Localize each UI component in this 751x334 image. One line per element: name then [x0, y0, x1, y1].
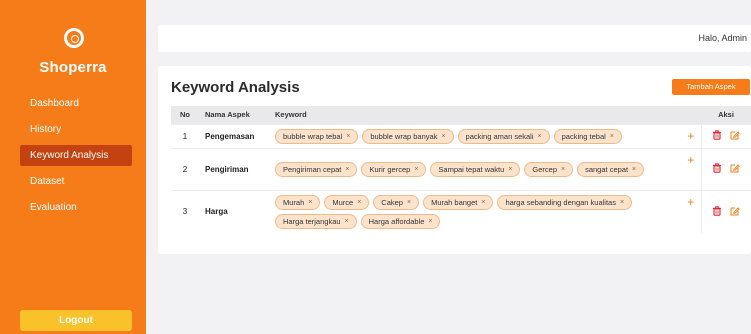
action-group [712, 205, 741, 216]
delete-icon[interactable] [712, 163, 722, 173]
edit-icon[interactable] [730, 130, 741, 140]
delete-icon[interactable] [712, 205, 722, 216]
keyword-chip-label: harga sebanding dengan kualitas [505, 197, 616, 207]
remove-keyword-icon[interactable]: × [357, 199, 361, 206]
action-group [712, 130, 741, 140]
row-actions [701, 147, 751, 190]
keyword-chip: sangat cepat × [577, 161, 645, 177]
keyword-chip-label: bubble wrap tebal [283, 131, 343, 141]
top-bar: Halo, Admin [158, 25, 751, 52]
user-greeting: Halo, Admin [698, 33, 747, 43]
keyword-chip-label: packing aman sekali [465, 131, 534, 141]
keyword-chip-list: Murah × Murce × Cakep × Murah banget × harga seb… [275, 193, 675, 231]
aspect-name: Harga [199, 189, 269, 233]
keyword-chip: Harga terjangkau × [275, 213, 357, 229]
page-title: Keyword Analysis [171, 79, 300, 96]
keyword-chip-label: Harga affordable [368, 216, 425, 226]
sidebar-item-evaluation[interactable]: Evaluation [20, 197, 132, 218]
brand-logo-icon [64, 28, 84, 48]
row-actions [701, 189, 751, 233]
keyword-chip-label: Murce [332, 197, 354, 207]
keyword-chip-label: sangat cepat [585, 164, 629, 174]
sidebar-item-history[interactable]: History [20, 119, 132, 140]
table-row: 3 Harga Murah × Murce × Cakep × Murah banget × har… [171, 189, 751, 233]
remove-keyword-icon[interactable]: × [345, 166, 349, 173]
edit-icon[interactable] [730, 206, 741, 216]
add-keyword-icon[interactable]: + [681, 189, 702, 233]
column-header-no: No [180, 110, 190, 120]
keyword-chip-label: packing tebal [561, 131, 606, 141]
row-number: 1 [171, 123, 199, 148]
remove-keyword-icon[interactable]: × [610, 133, 614, 140]
remove-keyword-icon[interactable]: × [561, 166, 565, 173]
remove-keyword-icon[interactable]: × [620, 199, 624, 206]
keyword-chip: packing aman sekali × [457, 128, 550, 144]
keyword-chip-label: Murah banget [431, 197, 478, 207]
keyword-chip-label: Harga terjangkau [283, 216, 341, 226]
keyword-chip-label: Sampai tepat waktu [438, 164, 505, 174]
remove-keyword-icon[interactable]: × [441, 133, 445, 140]
aspect-name: Pengiriman [199, 147, 269, 190]
table-row: 2 Pengiriman Pengiriman cepat × Kurir gercep… [171, 147, 751, 190]
keyword-chip-label: Gercep [532, 164, 557, 174]
remove-keyword-icon[interactable]: × [508, 166, 512, 173]
keyword-chip-list: bubble wrap tebal × bubble wrap banyak × pac… [275, 127, 675, 146]
keyword-chip: harga sebanding dengan kualitas × [497, 194, 633, 210]
table-row: 1 Pengemasan bubble wrap tebal × bubble wrap… [171, 123, 751, 148]
keyword-chip: bubble wrap tebal × [275, 128, 359, 144]
keyword-chip-label: bubble wrap banyak [370, 131, 438, 141]
keyword-chip: Cakep × [373, 194, 420, 210]
keyword-chip: Murah × [275, 194, 321, 210]
remove-keyword-icon[interactable]: × [481, 199, 485, 206]
remove-keyword-icon[interactable]: × [414, 166, 418, 173]
sidebar-item-dashboard[interactable]: Dashboard [20, 93, 132, 114]
remove-keyword-icon[interactable]: × [308, 199, 312, 206]
row-number: 2 [171, 147, 199, 190]
aspect-name: Pengemasan [199, 123, 269, 148]
aspect-table: No Nama Aspek Keyword Aksi 1 Pengemasan bu… [171, 106, 751, 233]
keyword-cell: bubble wrap tebal × bubble wrap banyak × pac… [269, 123, 681, 148]
add-keyword-icon[interactable]: + [681, 147, 702, 190]
sidebar-item-keyword-analysis[interactable]: Keyword Analysis [20, 145, 132, 166]
keyword-chip: bubble wrap banyak × [362, 128, 454, 144]
column-header-aspek: Nama Aspek [205, 110, 250, 120]
logout-button[interactable]: Logout [20, 310, 132, 331]
sidebar-item-dataset[interactable]: Dataset [20, 171, 132, 192]
delete-icon[interactable] [712, 130, 722, 140]
keyword-chip: Murah banget × [423, 194, 494, 210]
edit-icon[interactable] [730, 163, 741, 173]
row-actions [701, 123, 751, 148]
keyword-chip: Sampai tepat waktu × [430, 161, 521, 177]
sidebar-nav: Dashboard History Keyword Analysis Datas… [0, 93, 146, 223]
add-keyword-icon[interactable]: + [681, 123, 702, 148]
keyword-cell: Murah × Murce × Cakep × Murah banget × harga seb… [269, 189, 681, 233]
remove-keyword-icon[interactable]: × [632, 166, 636, 173]
remove-keyword-icon[interactable]: × [428, 218, 432, 225]
brand-name: Shoperra [39, 59, 107, 76]
keyword-chip: Harga affordable × [360, 213, 441, 229]
keyword-cell: Pengiriman cepat × Kurir gercep × Sampai tep… [269, 147, 681, 190]
keyword-analysis-card: Keyword Analysis Tambah Aspek No Nama As… [158, 66, 751, 254]
keyword-chip-list: Pengiriman cepat × Kurir gercep × Sampai tep… [275, 160, 675, 179]
remove-keyword-icon[interactable]: × [407, 199, 411, 206]
remove-keyword-icon[interactable]: × [346, 133, 350, 140]
keyword-chip-label: Kurir gercep [369, 164, 411, 174]
remove-keyword-icon[interactable]: × [345, 218, 349, 225]
keyword-chip: Kurir gercep × [361, 161, 427, 177]
action-group [712, 163, 741, 173]
add-aspect-button[interactable]: Tambah Aspek [672, 79, 750, 95]
keyword-chip: Pengiriman cepat × [275, 161, 358, 177]
keyword-chip: packing tebal × [553, 128, 622, 144]
keyword-chip: Gercep × [524, 161, 574, 177]
column-header-aksi: Aksi [718, 110, 734, 120]
keyword-chip-label: Murah [283, 197, 305, 207]
remove-keyword-icon[interactable]: × [538, 133, 542, 140]
table-header-row: No Nama Aspek Keyword Aksi [171, 106, 751, 124]
column-header-keyword: Keyword [275, 110, 307, 120]
keyword-chip-label: Cakep [381, 197, 403, 207]
row-number: 3 [171, 189, 199, 233]
sidebar: Shoperra Dashboard History Keyword Analy… [0, 0, 146, 334]
keyword-chip: Murce × [324, 194, 370, 210]
keyword-chip-label: Pengiriman cepat [283, 164, 342, 174]
